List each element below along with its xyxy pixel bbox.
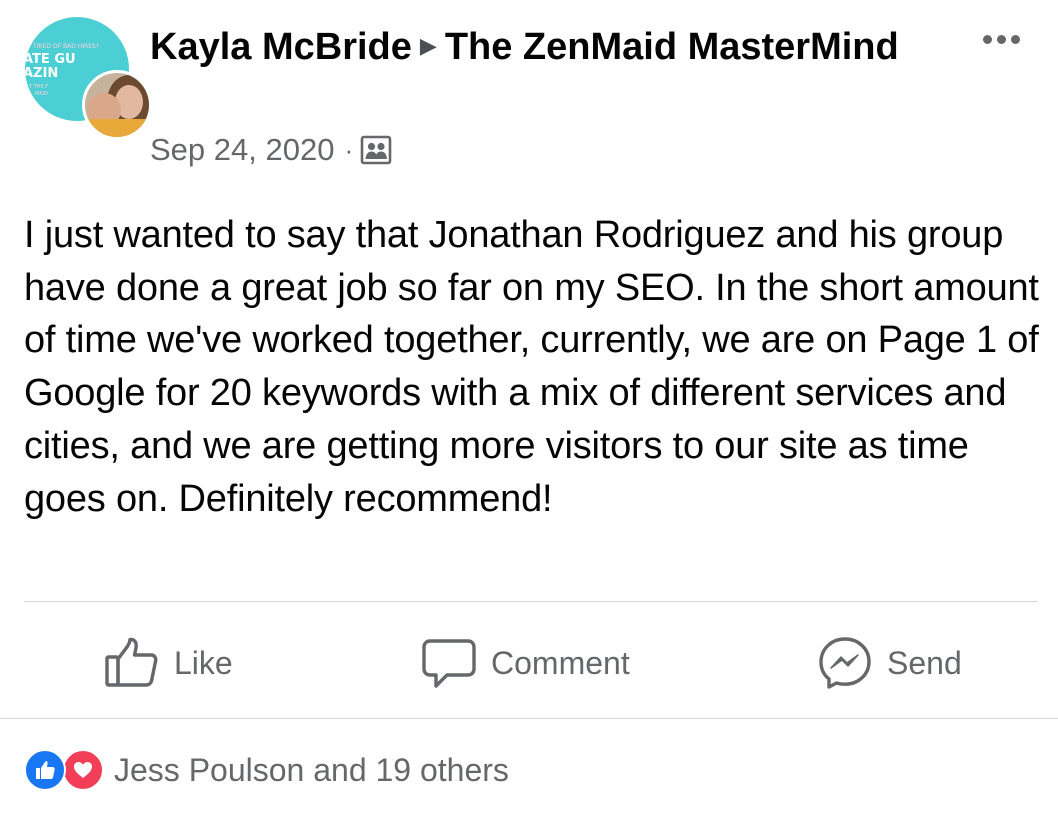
comment-label: Comment — [491, 644, 630, 681]
divider — [0, 718, 1058, 719]
group-avatar-text: AZIN — [25, 66, 59, 81]
like-label: Like — [174, 644, 233, 681]
more-options-icon — [982, 34, 992, 44]
reactions-summary-text: Jess Poulson and 19 others — [114, 751, 509, 788]
group-avatar-text: ATE GU — [25, 52, 76, 67]
love-reaction-icon — [62, 749, 104, 791]
post-meta: Sep 24, 2020 · — [150, 128, 392, 172]
group-name-link[interactable]: The ZenMaid MasterMind — [445, 26, 899, 68]
thumbs-up-icon — [105, 637, 158, 687]
group-members-icon — [360, 135, 392, 165]
send-button[interactable]: Send — [817, 633, 962, 693]
send-label: Send — [887, 644, 962, 681]
comment-button[interactable]: Comment — [421, 633, 630, 693]
group-avatar-text: TIRED OF BAD HIRES? — [33, 43, 99, 50]
like-reaction-icon — [24, 749, 66, 791]
avatar-photo-shirt — [85, 119, 149, 137]
author-name-link[interactable]: Kayla McBride — [150, 26, 412, 68]
post-body-text: I just wanted to say that Jonathan Rodri… — [24, 214, 1039, 520]
more-options-icon — [996, 34, 1006, 44]
more-options-icon — [1010, 34, 1020, 44]
post-timestamp[interactable]: Sep 24, 2020 — [150, 128, 334, 172]
like-button[interactable]: Like — [104, 633, 233, 693]
post-header-title: Kayla McBride ▶ The ZenMaid MasterMind — [150, 22, 950, 76]
messenger-icon — [819, 637, 871, 689]
avatar-stack[interactable]: TIRED OF BAD HIRES? ATE GU AZIN T THE F … — [25, 17, 152, 140]
reactions-summary[interactable]: Jess Poulson and 19 others — [24, 749, 509, 791]
comment-bubble-icon — [422, 639, 476, 688]
divider — [24, 601, 1038, 602]
user-avatar[interactable] — [82, 70, 152, 140]
more-options-button[interactable] — [976, 24, 1026, 54]
separator-arrow-icon: ▶ — [419, 33, 437, 58]
meta-separator: · — [344, 135, 354, 165]
